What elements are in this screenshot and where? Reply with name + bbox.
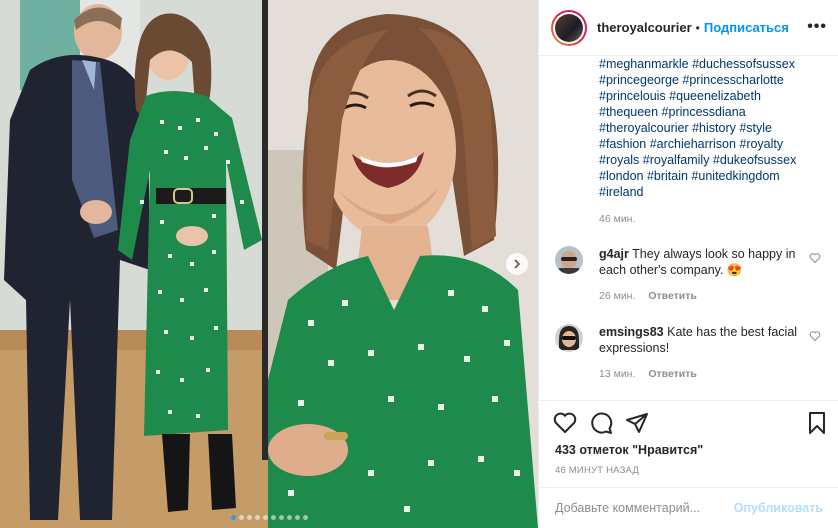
comment-meta: 13 мин. Ответить bbox=[599, 368, 697, 380]
comment-avatar[interactable] bbox=[555, 246, 583, 274]
comment-bubble-icon[interactable] bbox=[589, 411, 613, 435]
like-heart-icon[interactable] bbox=[553, 411, 577, 435]
heart-icon[interactable] bbox=[809, 252, 821, 264]
comment-username[interactable]: g4ajr bbox=[599, 247, 629, 261]
comment-meta: 26 мин. Ответить bbox=[599, 290, 697, 302]
hashtag-line[interactable]: #ireland bbox=[599, 184, 809, 200]
hashtag-line[interactable]: #fashion #archieharrison #royalty bbox=[599, 136, 809, 152]
carousel-dot[interactable] bbox=[262, 515, 268, 520]
comment-text-block: g4ajr They always look so happy in each … bbox=[599, 246, 799, 278]
photo-couple bbox=[0, 0, 268, 528]
comment-input[interactable] bbox=[555, 501, 734, 515]
post-media[interactable] bbox=[0, 0, 538, 528]
closeup-illustration bbox=[268, 0, 538, 528]
hashtag-line[interactable]: #theroyalcourier #history #style bbox=[599, 120, 809, 136]
comment-text-block: emsings83 Kate has the best facial expre… bbox=[599, 324, 799, 356]
chevron-right-icon bbox=[514, 259, 521, 269]
photo-closeup bbox=[268, 0, 538, 528]
couple-illustration bbox=[0, 0, 268, 528]
action-bar bbox=[539, 400, 838, 440]
hashtag-line[interactable]: #thequeen #princessdiana bbox=[599, 104, 809, 120]
more-options-icon[interactable]: ••• bbox=[807, 18, 827, 36]
hashtag-line[interactable]: #princelouis #queenelizabeth bbox=[599, 88, 809, 104]
post-sidebar: theroyalcourier • Подписаться ••• #megha… bbox=[538, 0, 838, 528]
carousel-dot[interactable] bbox=[286, 515, 292, 520]
carousel-dot[interactable] bbox=[294, 515, 300, 520]
publish-button[interactable]: Опубликовать bbox=[734, 501, 823, 515]
next-image-button[interactable] bbox=[506, 253, 528, 275]
hashtag-line[interactable]: #meghanmarkle #duchessofsussex bbox=[599, 56, 809, 72]
carousel-dot[interactable] bbox=[278, 515, 284, 520]
likes-count[interactable]: 433 отметок "Нравится" bbox=[555, 443, 703, 457]
comment-avatar[interactable] bbox=[555, 324, 583, 352]
reply-button[interactable]: Ответить bbox=[648, 290, 697, 302]
comment-username[interactable]: emsings83 bbox=[599, 325, 664, 339]
carousel-dot[interactable] bbox=[254, 515, 260, 520]
add-comment-bar: Опубликовать bbox=[539, 487, 838, 528]
reply-button[interactable]: Ответить bbox=[648, 368, 697, 380]
carousel-dot[interactable] bbox=[238, 515, 244, 520]
comment-time[interactable]: 13 мин. bbox=[599, 368, 635, 380]
caption-time[interactable]: 46 мин. bbox=[599, 213, 635, 225]
post-header: theroyalcourier • Подписаться ••• bbox=[539, 0, 838, 56]
follow-button[interactable]: Подписаться bbox=[704, 20, 789, 35]
caption-hashtags: #meghanmarkle #duchessofsussex #princege… bbox=[599, 56, 809, 200]
header-username[interactable]: theroyalcourier bbox=[597, 20, 692, 35]
carousel-dot[interactable] bbox=[270, 515, 276, 520]
comments-section[interactable]: #meghanmarkle #duchessofsussex #princege… bbox=[539, 56, 838, 400]
header-separator: • bbox=[695, 20, 700, 35]
avatar[interactable] bbox=[551, 9, 587, 46]
comment-text: They always look so happy in each other'… bbox=[599, 247, 796, 277]
share-icon[interactable] bbox=[625, 411, 649, 435]
hashtag-line[interactable]: #london #britain #unitedkingdom bbox=[599, 168, 809, 184]
carousel-indicator bbox=[0, 515, 538, 520]
hashtag-line[interactable]: #royals #royalfamily #dukeofsussex bbox=[599, 152, 809, 168]
carousel-dot[interactable] bbox=[302, 515, 308, 520]
heart-icon[interactable] bbox=[809, 330, 821, 342]
carousel-dot[interactable] bbox=[230, 515, 236, 520]
carousel-dot[interactable] bbox=[246, 515, 252, 520]
comment-time[interactable]: 26 мин. bbox=[599, 290, 635, 302]
post-timestamp[interactable]: 46 МИНУТ НАЗАД bbox=[555, 465, 639, 476]
bookmark-icon[interactable] bbox=[805, 411, 829, 435]
hashtag-line[interactable]: #princegeorge #princesscharlotte bbox=[599, 72, 809, 88]
